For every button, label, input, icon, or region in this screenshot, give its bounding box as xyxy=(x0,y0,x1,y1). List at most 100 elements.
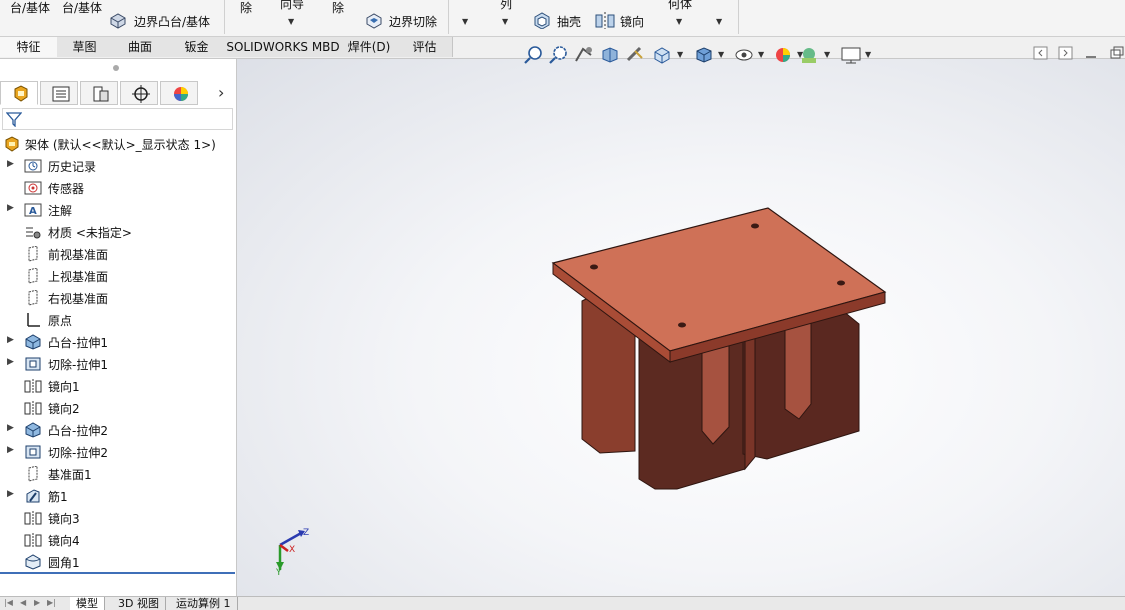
dimxpert-manager-tab[interactable] xyxy=(120,81,158,105)
tab-scroll-controls[interactable]: |◀ ◀ ▶ ▶| xyxy=(2,598,62,609)
expand-arrow-icon[interactable]: ▶ xyxy=(7,423,14,433)
boss-extrude-icon xyxy=(24,422,42,438)
tab-mbd[interactable]: SOLIDWORKS MBD xyxy=(225,37,342,57)
ribbon-separator xyxy=(448,0,449,34)
hole-wizard-dropdown-icon[interactable]: ▼ xyxy=(288,17,294,26)
view-settings-dropdown-icon[interactable]: ▼ xyxy=(865,50,871,59)
tree-item-label: 历史记录 xyxy=(48,160,97,174)
expand-arrow-icon[interactable]: ▶ xyxy=(7,445,14,455)
tab-sheet-metal[interactable]: 钣金 xyxy=(168,37,226,57)
tree-item[interactable]: 右视基准面 xyxy=(0,287,236,309)
bottom-tab-bar: |◀ ◀ ▶ ▶| 模型 3D 视图 运动算例 1 xyxy=(0,596,1125,610)
curves-dropdown-icon[interactable]: ▼ xyxy=(716,17,722,26)
revolve-cut-label-partial[interactable]: 除 xyxy=(332,0,344,16)
tab-3d-views[interactable]: 3D 视图 xyxy=(112,597,166,610)
feature-manager-tab[interactable] xyxy=(0,81,38,105)
annotation-icon: A xyxy=(24,202,42,218)
tree-item[interactable]: 原点 xyxy=(0,309,236,331)
revolve-boss-label[interactable]: 台/基体 xyxy=(10,0,50,16)
ribbon-separator xyxy=(738,0,739,34)
tab-features[interactable]: 特征 xyxy=(0,37,58,57)
triad-z-label: Z xyxy=(303,528,309,538)
mirror-icon[interactable] xyxy=(594,11,616,29)
pattern-dropdown-icon[interactable]: ▼ xyxy=(502,17,508,26)
tab-model[interactable]: 模型 xyxy=(70,597,105,610)
crosshair-icon xyxy=(132,85,150,103)
tree-item-label: 凸台-拉伸1 xyxy=(48,336,108,350)
expand-arrow-icon[interactable]: ▶ xyxy=(7,159,14,169)
tree-item-label: 注解 xyxy=(48,204,73,218)
rollback-bar[interactable] xyxy=(0,572,235,574)
graphics-area[interactable]: ▼ ▼ ▼ ▼ ▼ ▼ Z X Y xyxy=(237,46,1125,596)
history-icon xyxy=(24,158,42,174)
tree-item[interactable]: ▶ 凸台-拉伸2 xyxy=(0,419,236,441)
tree-item[interactable]: 镜向2 xyxy=(0,397,236,419)
mirror-button[interactable]: 镜向 xyxy=(620,13,644,30)
scroll-first-icon[interactable]: |◀ xyxy=(4,598,13,607)
scene-dropdown-icon[interactable]: ▼ xyxy=(824,50,830,59)
filter-icon[interactable] xyxy=(6,111,22,127)
linear-pattern-label-partial[interactable]: 列 xyxy=(500,0,512,12)
tree-root-part[interactable]: 架体 (默认<<默认>_显示状态 1>) xyxy=(0,133,236,155)
part-name: 架体 (默认<<默认>_显示状态 1>) xyxy=(25,138,216,152)
cut-label-partial[interactable]: 除 xyxy=(240,0,252,16)
reference-geometry-dropdown-icon[interactable]: ▼ xyxy=(676,17,682,26)
tree-item[interactable]: ▶ 筋1 xyxy=(0,485,236,507)
hide-show-dropdown-icon[interactable]: ▼ xyxy=(758,50,764,59)
tree-item[interactable]: 基准面1 xyxy=(0,463,236,485)
boundary-cut-button[interactable]: 边界切除 xyxy=(389,13,437,30)
tree-item[interactable]: ▶ A 注解 xyxy=(0,199,236,221)
part-3d-model[interactable] xyxy=(237,59,1125,596)
property-manager-tab[interactable] xyxy=(40,81,78,105)
rib-left xyxy=(701,338,730,445)
chevron-right-icon[interactable]: › xyxy=(218,83,224,102)
display-style-dropdown-icon[interactable]: ▼ xyxy=(718,50,724,59)
view-orientation-dropdown-icon[interactable]: ▼ xyxy=(677,50,683,59)
tree-item[interactable]: 材质 <未指定> xyxy=(0,221,236,243)
scroll-prev-icon[interactable]: ◀ xyxy=(20,598,26,607)
scroll-next-icon[interactable]: ▶ xyxy=(34,598,40,607)
tab-motion-study[interactable]: 运动算例 1 xyxy=(170,597,238,610)
configuration-manager-tab[interactable] xyxy=(80,81,118,105)
fillet-dropdown-icon[interactable]: ▼ xyxy=(462,17,468,26)
rib-right xyxy=(784,319,812,420)
panel-grip[interactable] xyxy=(113,65,119,71)
swept-boss-label[interactable]: 台/基体 xyxy=(62,0,102,16)
tree-item[interactable]: ▶ 凸台-拉伸1 xyxy=(0,331,236,353)
shell-icon[interactable] xyxy=(532,11,552,29)
tab-evaluate[interactable]: 评估 xyxy=(397,37,453,57)
tree-item[interactable]: 圆角1 xyxy=(0,551,236,573)
tab-weldments[interactable]: 焊件(D) xyxy=(341,37,398,57)
tab-surfaces[interactable]: 曲面 xyxy=(112,37,169,57)
tree-item[interactable]: 传感器 xyxy=(0,177,236,199)
boundary-boss-button[interactable]: 边界凸台/基体 xyxy=(134,13,210,30)
boundary-boss-icon[interactable] xyxy=(108,11,128,29)
reference-geometry-label-partial[interactable]: 何体 xyxy=(668,0,692,12)
display-manager-tab[interactable] xyxy=(160,81,198,105)
tree-item-label: 右视基准面 xyxy=(48,292,109,306)
tree-item[interactable]: 前视基准面 xyxy=(0,243,236,265)
manager-tabs: › xyxy=(0,81,236,105)
expand-arrow-icon[interactable]: ▶ xyxy=(7,489,14,499)
tree-item[interactable]: ▶ 切除-拉伸1 xyxy=(0,353,236,375)
feature-filter-bar[interactable] xyxy=(2,108,233,130)
tab-sketch[interactable]: 草图 xyxy=(57,37,113,57)
hole-wizard-label-partial[interactable]: 向导 xyxy=(280,0,304,12)
shell-button[interactable]: 抽壳 xyxy=(557,13,581,30)
mounting-hole xyxy=(590,264,598,270)
material-icon xyxy=(24,224,42,240)
expand-arrow-icon[interactable]: ▶ xyxy=(7,203,14,213)
tree-item[interactable]: 上视基准面 xyxy=(0,265,236,287)
scroll-last-icon[interactable]: ▶| xyxy=(47,598,56,607)
tree-item[interactable]: ▶ 切除-拉伸2 xyxy=(0,441,236,463)
part-icon xyxy=(5,136,19,152)
expand-arrow-icon[interactable]: ▶ xyxy=(7,335,14,345)
expand-arrow-icon[interactable]: ▶ xyxy=(7,357,14,367)
tree-item[interactable]: 镜向3 xyxy=(0,507,236,529)
boundary-cut-icon[interactable] xyxy=(364,11,384,29)
plane-icon xyxy=(24,245,42,262)
tree-item[interactable]: 镜向4 xyxy=(0,529,236,551)
tree-item[interactable]: ▶ 历史记录 xyxy=(0,155,236,177)
tree-item[interactable]: 镜向1 xyxy=(0,375,236,397)
property-manager-icon xyxy=(52,86,70,102)
